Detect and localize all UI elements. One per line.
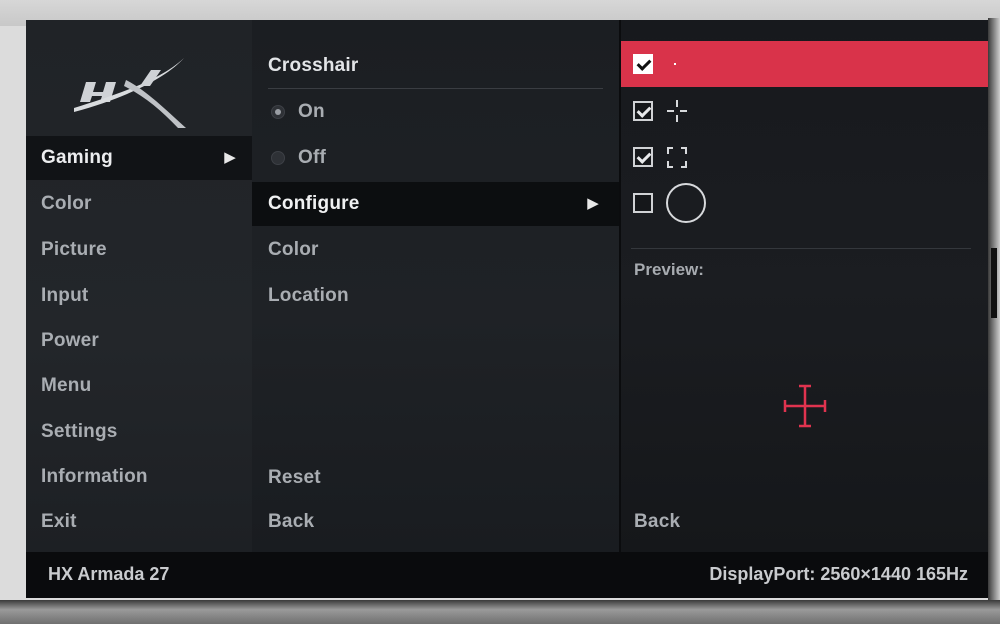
menu-item-color[interactable]: Color [26,182,252,226]
header-divider [268,88,603,89]
crosshair-style-option-cross[interactable] [621,88,988,134]
crosshair-style-option-dot[interactable] [621,41,988,87]
radio-option-off[interactable]: Off [252,136,619,180]
menu-item-label: Settings [41,421,118,442]
panel-divider [631,248,971,249]
preview-label: Preview: [634,260,704,279]
menu-item-input[interactable]: Input [26,274,252,318]
submenu-item-color[interactable]: Color [252,228,619,272]
hyperx-logo-icon [74,58,186,128]
osd-window: Gaming ▶ Color Picture Input Power Menu … [26,20,988,598]
bracket-crosshair-icon [667,147,687,168]
submenu-item-configure[interactable]: Configure ▶ [252,182,619,226]
checkbox-checked-icon[interactable] [633,147,653,167]
menu-item-label: Input [41,285,89,306]
menu-item-label: Color [41,193,92,214]
dot-crosshair-icon [674,63,676,65]
reset-label: Reset [268,467,321,488]
menu-item-label: Information [41,466,148,487]
status-footer: HX Armada 27 DisplayPort: 2560×1440 165H… [26,552,988,598]
radio-option-on[interactable]: On [252,90,619,134]
menu-item-label: Exit [41,511,77,532]
crosshair-submenu: Crosshair On Off Configure ▶ Color Locat… [252,20,619,552]
menu-item-information[interactable]: Information [26,455,252,499]
configure-panel: Preview: Back [621,20,988,552]
checkbox-checked-icon[interactable] [633,101,653,121]
submenu-arrow-icon: ▶ [224,149,236,166]
signal-info: DisplayPort: 2560×1440 165Hz [709,564,968,584]
radio-unselected-icon [271,151,285,165]
submenu-item-label: Location [268,285,349,306]
menu-item-label: Power [41,330,100,351]
menu-item-picture[interactable]: Picture [26,228,252,272]
circle-crosshair-icon [666,183,706,223]
submenu-item-label: Configure [268,193,360,214]
menu-item-power[interactable]: Power [26,319,252,363]
main-menu: Gaming ▶ Color Picture Input Power Menu … [26,20,252,552]
checkbox-unchecked-icon[interactable] [633,193,653,213]
menu-item-label: Menu [41,375,92,396]
crosshair-style-option-circle[interactable] [621,180,988,226]
submenu-header: Crosshair [268,55,359,76]
preview-crosshair-icon [783,384,827,428]
back-label: Back [268,511,315,532]
crosshair-style-option-bracket[interactable] [621,134,988,180]
monitor-edge [988,18,1000,603]
menu-item-label: Picture [41,239,107,260]
menu-item-label: Gaming [41,147,113,168]
cross-crosshair-icon [667,100,687,122]
radio-label: Off [298,147,327,168]
edge-mark [991,248,997,318]
back-button[interactable]: Back [252,500,619,544]
reset-button[interactable]: Reset [252,456,619,500]
monitor-model: HX Armada 27 [48,564,170,584]
checkbox-checked-icon[interactable] [633,54,653,74]
radio-selected-icon [271,105,285,119]
monitor-bezel [0,600,1000,624]
menu-item-menu[interactable]: Menu [26,364,252,408]
submenu-item-label: Color [268,239,319,260]
submenu-item-location[interactable]: Location [252,274,619,318]
submenu-arrow-icon: ▶ [587,195,599,212]
menu-item-settings[interactable]: Settings [26,410,252,454]
back-button[interactable]: Back [634,500,680,544]
menu-item-exit[interactable]: Exit [26,500,252,544]
menu-item-gaming[interactable]: Gaming ▶ [26,136,252,180]
back-label: Back [634,511,681,532]
radio-label: On [298,101,325,122]
